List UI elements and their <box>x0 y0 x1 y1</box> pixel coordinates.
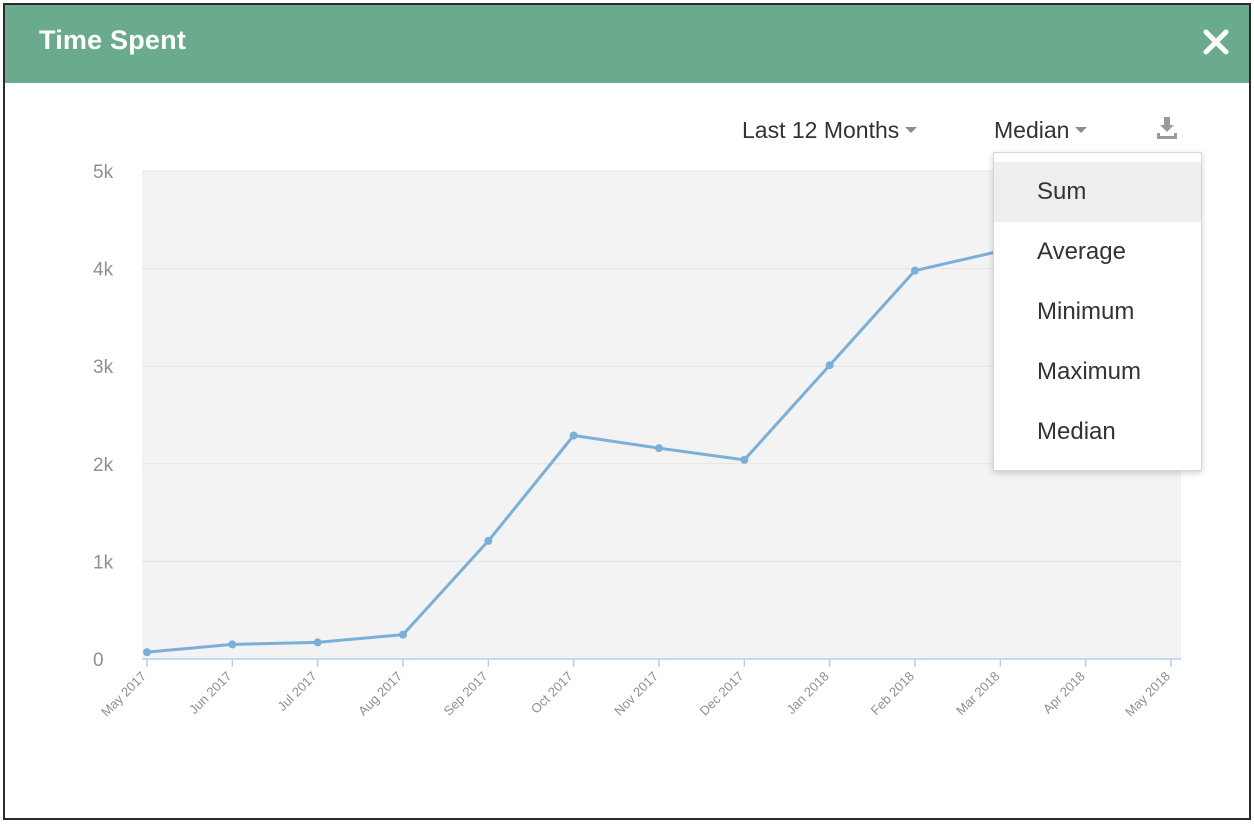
x-tick-label: Nov 2017 <box>611 669 661 719</box>
data-point <box>655 444 663 453</box>
menu-item-maximum[interactable]: Maximum <box>994 342 1201 402</box>
x-tick-label: Jan 2018 <box>783 669 831 717</box>
data-point <box>313 638 322 647</box>
x-tick-label: Aug 2017 <box>355 669 405 719</box>
data-point <box>740 455 749 464</box>
menu-item-sum[interactable]: Sum <box>994 162 1201 222</box>
data-point <box>399 630 407 639</box>
menu-item-minimum[interactable]: Minimum <box>994 282 1201 342</box>
y-tick-label: 5k <box>93 162 114 183</box>
x-tick-label: Dec 2017 <box>696 669 746 719</box>
metric-dropdown-menu: Sum Average Minimum Maximum Median <box>993 152 1202 471</box>
menu-item-average[interactable]: Average <box>994 222 1201 282</box>
x-tick-label: Jun 2017 <box>186 669 234 717</box>
range-dropdown-label: Last 12 Months <box>742 117 900 143</box>
time-spent-dialog: Time Spent 0 1k 2k 3k 4k 5k May 2017 Jun 2017 Ju… <box>3 3 1251 820</box>
chevron-down-icon <box>1075 126 1088 133</box>
data-point <box>911 266 919 275</box>
data-point <box>484 536 493 545</box>
x-tick-label: Jul 2017 <box>274 669 319 714</box>
data-point <box>143 648 151 657</box>
download-icon[interactable] <box>1153 114 1181 142</box>
y-tick-label: 3k <box>93 357 114 378</box>
range-dropdown[interactable]: Last 12 Months <box>742 117 918 147</box>
data-point <box>825 361 834 370</box>
x-tick-label: Apr 2018 <box>1040 669 1088 717</box>
x-tick-label: May 2018 <box>1122 669 1173 720</box>
menu-item-median[interactable]: Median <box>994 402 1201 462</box>
x-tick-label: Oct 2017 <box>528 669 576 717</box>
data-point <box>569 431 578 440</box>
chevron-down-icon <box>905 126 918 133</box>
x-tick-label: Feb 2018 <box>868 669 917 718</box>
metric-dropdown[interactable]: Median <box>994 117 1088 147</box>
x-tick-label: May 2017 <box>98 669 149 720</box>
metric-dropdown-label: Median <box>994 117 1070 143</box>
x-tick-label: Mar 2018 <box>953 669 1002 718</box>
data-point <box>228 640 237 649</box>
y-tick-label: 4k <box>93 260 114 281</box>
y-tick-label: 0 <box>93 650 104 671</box>
y-tick-label: 1k <box>93 552 114 573</box>
x-tick-label: Sep 2017 <box>440 669 490 719</box>
y-tick-label: 2k <box>93 455 114 476</box>
